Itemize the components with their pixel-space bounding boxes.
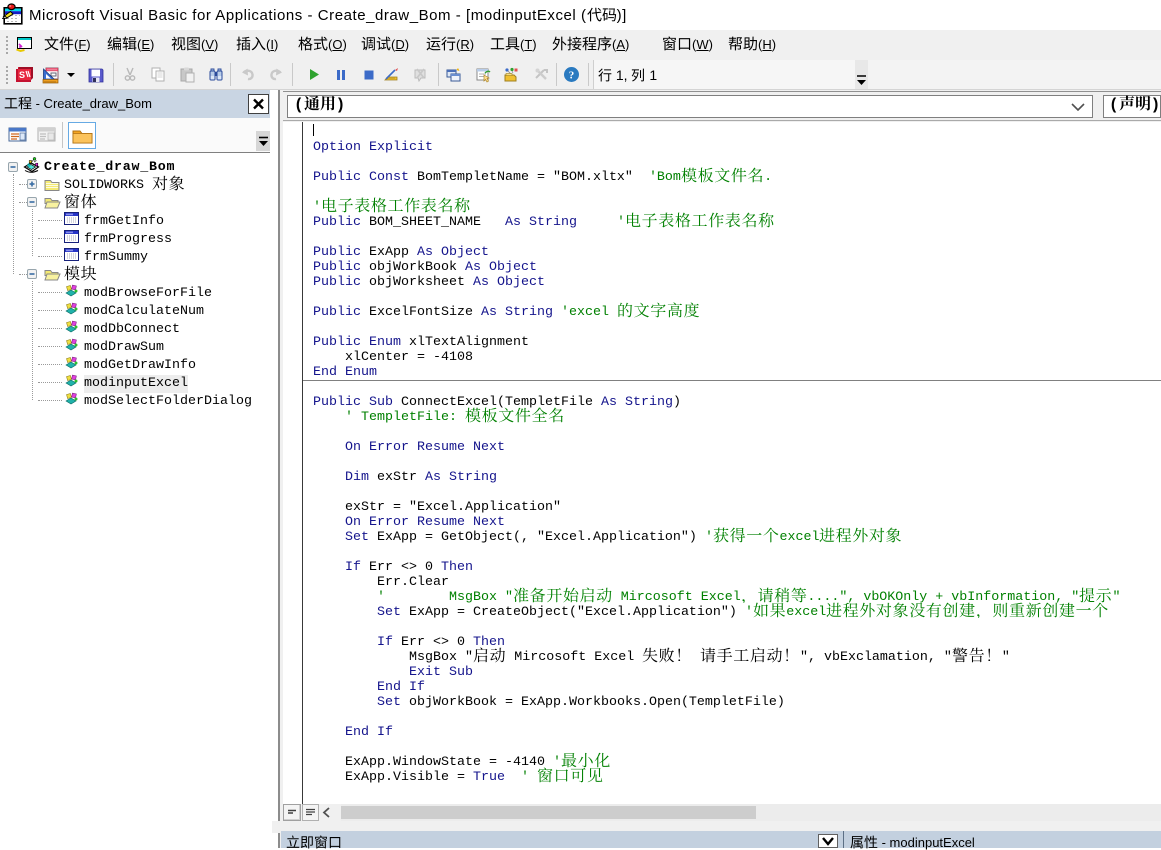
svg-text:S: S <box>19 70 25 80</box>
svg-text:?: ? <box>569 70 575 82</box>
